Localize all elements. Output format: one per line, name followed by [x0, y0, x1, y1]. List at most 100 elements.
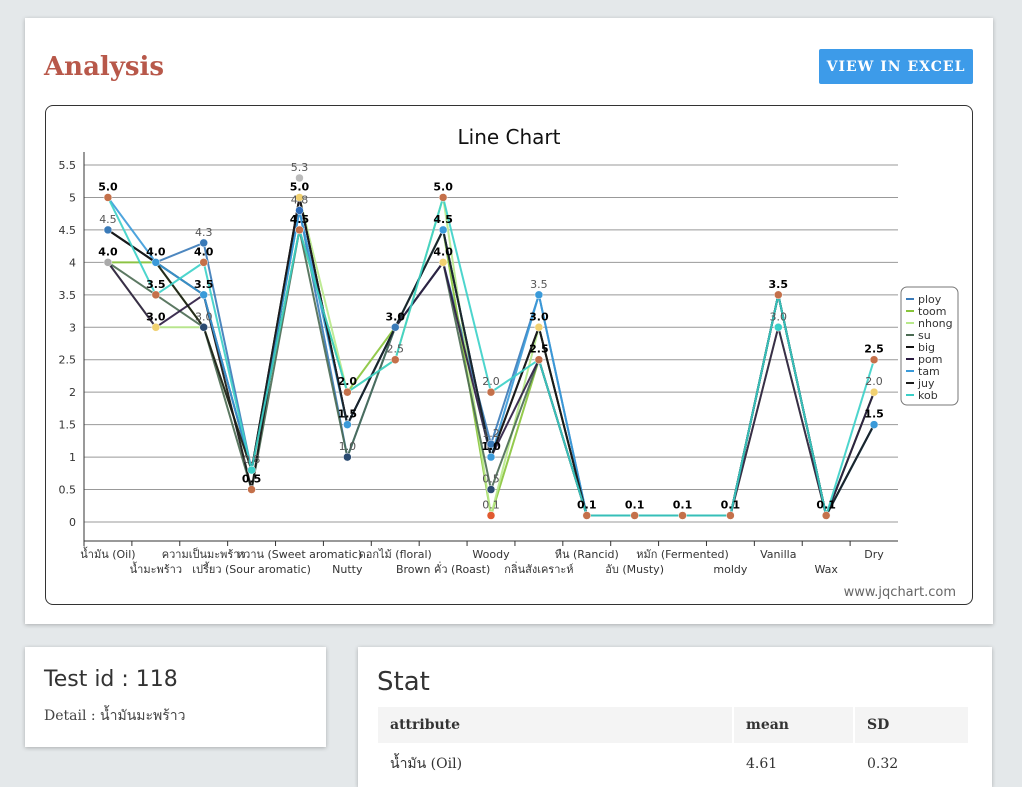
data-label: 3.0: [146, 310, 166, 323]
y-tick-label: 1: [69, 451, 76, 464]
data-label: 0.8: [243, 453, 261, 466]
stat-table: attribute mean SD น้ำมัน (Oil) 4.61 0.32: [378, 707, 970, 785]
series-line-pom: [107, 196, 875, 517]
y-tick-label: 2.5: [59, 354, 77, 367]
data-label: 4.5: [433, 213, 453, 226]
test-info-card: Test id : 118 Detail : น้ำมันมะพร้าว: [25, 647, 326, 747]
x-tick-label: ความเป็นมะพร้าว: [162, 547, 246, 561]
data-point: [534, 355, 544, 364]
stat-title: Stat: [377, 667, 430, 697]
data-point: [438, 225, 448, 235]
data-point: [534, 290, 544, 300]
data-point: [869, 355, 879, 364]
data-label: 4.0: [194, 245, 214, 258]
data-point: [199, 290, 208, 300]
y-tick-label: 3: [69, 321, 76, 334]
data-label: 1.5: [864, 408, 884, 421]
stat-header-row: attribute mean SD: [378, 707, 970, 743]
data-point: [582, 511, 592, 520]
data-point: [199, 323, 208, 332]
data-point: [678, 511, 687, 520]
data-point: [151, 323, 161, 332]
y-tick-label: 5: [69, 191, 76, 204]
x-tick-label: น้ำมะพร้าว: [130, 561, 182, 576]
cell-attribute: น้ำมัน (Oil): [378, 743, 734, 785]
data-label: 1.0: [481, 440, 501, 453]
data-label: 2.5: [529, 343, 549, 356]
line-chart: Line Chart 0 0.5 1 1.5 2 2.5 3 3.5 4 4.5 5 5.5 น้ำมัน…: [45, 105, 973, 605]
page-title: Analysis: [44, 52, 165, 82]
y-tick-label: 5.5: [59, 159, 77, 172]
data-point: [343, 420, 352, 429]
data-point: [103, 225, 113, 235]
x-tick-label: อับ (Musty): [605, 563, 664, 576]
data-point: [774, 290, 783, 300]
data-point: [199, 258, 208, 267]
data-point: [151, 290, 161, 300]
y-tick-label: 3.5: [59, 289, 77, 302]
data-point: [103, 258, 113, 267]
data-label: 0.5: [242, 473, 262, 486]
x-tick-label: หืน (Rancid): [555, 548, 619, 561]
data-label: 2.0: [865, 375, 883, 388]
data-label: 2.5: [864, 343, 884, 356]
chart-watermark: www.jqchart.com: [844, 585, 956, 600]
x-tick-label: ดอกไม้ (floral): [359, 548, 432, 561]
data-point: [486, 485, 496, 494]
y-tick-label: 2: [69, 386, 76, 399]
view-in-excel-button[interactable]: VIEW IN EXCEL: [819, 49, 973, 84]
x-tick-label: moldy: [713, 563, 747, 576]
data-label: 1.2: [482, 427, 500, 440]
data-label: 2.0: [338, 375, 358, 388]
data-point: [774, 323, 783, 332]
y-tick-label: 4.5: [59, 224, 77, 237]
series-line-kob: [107, 196, 876, 517]
x-tick-label: Nutty: [332, 563, 363, 576]
data-point: [486, 452, 496, 462]
series-line-tam: [107, 196, 875, 517]
chart-canvas: Line Chart 0 0.5 1 1.5 2 2.5 3 3.5 4 4.5 5 5.5 น้ำมัน…: [59, 125, 959, 600]
data-label: 3.5: [769, 278, 789, 291]
data-label: 0.1: [816, 499, 836, 512]
x-tick-label: Vanilla: [760, 548, 796, 561]
data-label: 3.5: [530, 278, 548, 291]
y-tick-label: 0: [69, 516, 76, 529]
data-point: [438, 258, 448, 267]
data-point: [726, 511, 735, 520]
data-label: 5.0: [290, 180, 310, 193]
table-row: น้ำมัน (Oil) 4.61 0.32: [378, 743, 970, 785]
data-label: 5.0: [433, 180, 453, 193]
data-label: 1.5: [338, 408, 358, 421]
data-point: [821, 511, 831, 520]
data-label: 2.5: [386, 343, 404, 356]
x-tick-label: เปรี้ยว (Sour aromatic): [192, 561, 311, 576]
test-detail: Detail : น้ำมันมะพร้าว: [44, 708, 186, 724]
cell-sd: 0.32: [854, 743, 970, 785]
data-label: 1.0: [339, 440, 357, 453]
x-tick-label: กลิ่นสังเคราะห์: [504, 561, 573, 576]
data-label: 3.5: [146, 278, 166, 291]
data-point: [295, 225, 304, 235]
series-line-nhong: [107, 196, 875, 517]
data-label: 3.0: [770, 310, 788, 323]
data-label: 4.0: [98, 245, 118, 258]
y-tick-label: 4: [69, 256, 76, 269]
data-label: 3.0: [529, 310, 549, 323]
x-tick-label: น้ำมัน (Oil): [80, 546, 135, 561]
data-label: 0.1: [673, 499, 693, 512]
data-point: [103, 193, 113, 202]
cell-mean: 4.61: [733, 743, 855, 785]
x-tick-label: หวาน (Sweet aromatic): [237, 548, 362, 561]
data-point: [486, 387, 496, 397]
data-label: 4.0: [433, 245, 453, 258]
data-point: [486, 511, 496, 520]
data-point: [630, 511, 639, 520]
column-header-attribute: attribute: [378, 707, 734, 743]
stat-card: Stat attribute mean SD น้ำมัน (Oil) 4.61…: [358, 647, 992, 787]
analysis-card: Analysis VIEW IN EXCEL Line Chart 0 0.5 1 1.…: [25, 18, 993, 624]
x-tick-label: Dry: [864, 548, 884, 561]
data-point: [151, 258, 161, 267]
data-point: [534, 323, 544, 332]
data-label: 4.0: [146, 245, 166, 258]
x-tick-label: Woody: [472, 548, 510, 561]
